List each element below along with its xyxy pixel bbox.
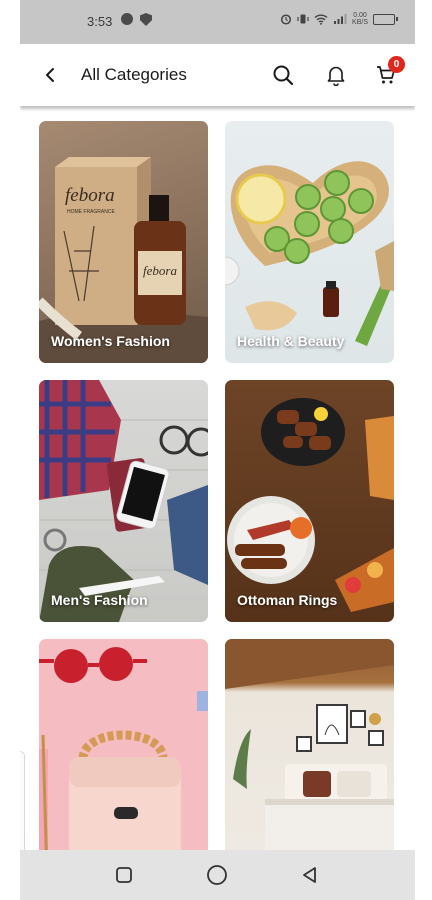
page-title: All Categories — [81, 65, 187, 84]
network-speed: 0.00 KB/S — [352, 12, 368, 26]
cart-count-badge: 0 — [388, 56, 405, 73]
kebab-platter-image — [227, 398, 394, 612]
product-brand-text: febora — [65, 185, 115, 206]
shield-status-icon — [140, 13, 152, 26]
network-speed-unit: KB/S — [352, 19, 368, 26]
phone-screen: 3:53 0.00 KB/S All Categories 0 febora H… — [20, 0, 415, 900]
recents-button[interactable] — [113, 864, 135, 886]
bell-icon — [327, 66, 345, 86]
search-button[interactable] — [270, 62, 296, 88]
vibrate-icon — [297, 14, 309, 24]
settings-status-icon — [121, 13, 133, 25]
category-label: Women's Fashion — [51, 333, 170, 349]
status-right-icons: 0.00 KB/S — [280, 12, 398, 26]
notifications-button[interactable] — [323, 62, 349, 88]
category-tile-ottoman-rings[interactable]: Ottoman Rings — [225, 380, 394, 622]
triangle-back-icon — [303, 867, 316, 883]
product-brand-subtitle: HOME FRAGRANCE — [67, 209, 115, 215]
category-tile-bags[interactable] — [39, 639, 208, 850]
category-tile-health-beauty[interactable]: Health & Beauty — [225, 121, 394, 363]
category-label: Ottoman Rings — [237, 592, 338, 608]
alarm-icon — [280, 14, 292, 25]
pink-bag-image — [39, 647, 208, 850]
system-nav-bar — [20, 850, 415, 900]
category-tile-womens-fashion[interactable]: febora HOME FRAGRANCE febora Women's Fas… — [39, 121, 208, 363]
network-speed-value: 0.00 — [353, 12, 367, 19]
app-header: All Categories 0 — [20, 44, 415, 106]
mens-accessories-image — [39, 380, 208, 622]
chevron-left-icon — [46, 68, 54, 82]
category-label: Men's Fashion — [51, 592, 148, 608]
fragrance-product-image: febora HOME FRAGRANCE febora — [39, 157, 208, 363]
system-back-button[interactable] — [299, 864, 321, 886]
bedroom-image — [225, 639, 394, 850]
battery-icon — [373, 13, 398, 25]
status-time: 3:53 — [87, 14, 113, 29]
wifi-icon — [314, 14, 328, 25]
circle-icon — [207, 865, 227, 885]
svg-text:febora: febora — [143, 263, 177, 278]
signal-icon — [334, 14, 347, 24]
status-bar: 3:53 0.00 KB/S — [20, 0, 415, 44]
status-left-icons — [121, 13, 152, 26]
category-tile-home[interactable] — [225, 639, 394, 850]
search-icon — [273, 65, 294, 86]
back-button[interactable] — [38, 63, 62, 87]
side-drawer-handle[interactable] — [20, 751, 25, 850]
cart-button[interactable]: 0 — [373, 56, 405, 88]
cucumber-board-image — [225, 161, 394, 346]
square-icon — [116, 867, 132, 883]
category-label: Health & Beauty — [237, 333, 345, 349]
home-button[interactable] — [206, 864, 228, 886]
category-grid: febora HOME FRAGRANCE febora Women's Fas… — [20, 106, 415, 850]
category-tile-mens-fashion[interactable]: Men's Fashion — [39, 380, 208, 622]
